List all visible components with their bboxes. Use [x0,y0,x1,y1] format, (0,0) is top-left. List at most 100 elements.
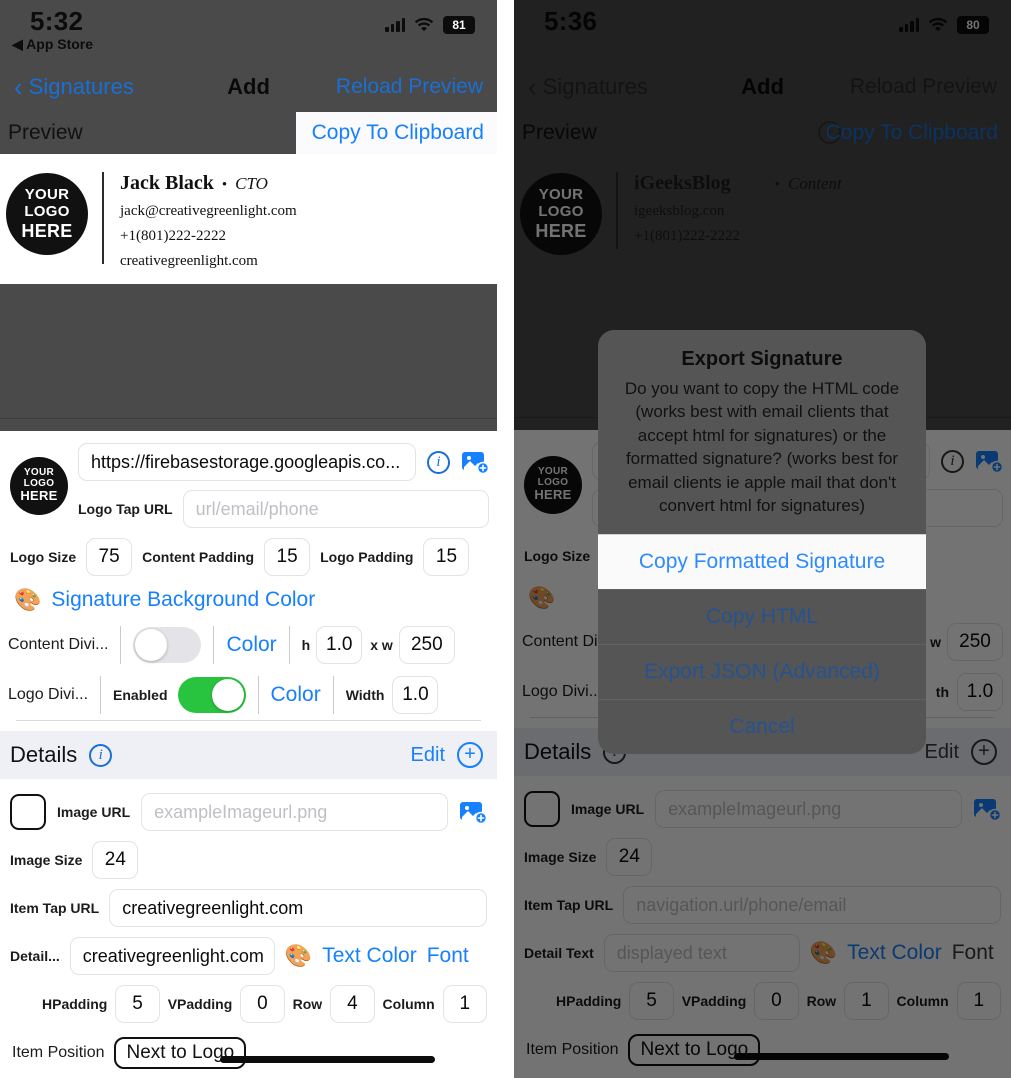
details-edit-button[interactable]: Edit [925,741,959,764]
content-divider-color-button[interactable]: Color [226,633,276,657]
section-divider [16,720,481,721]
status-time: 5:32 [30,6,84,36]
back-button[interactable]: ‹ Signatures [528,74,648,100]
hpadding-input[interactable]: 5 [115,985,160,1023]
logo-size-label: Logo Size [524,548,591,564]
right-phone-screen: 5:36 80 ‹ Signatures Add Reload Preview … [514,0,1011,1078]
plus-circle-icon[interactable]: + [457,742,483,768]
content-padding-label: Content Padding [142,549,255,565]
content-divider-toggle[interactable] [133,627,202,663]
plus-circle-icon[interactable]: + [971,739,997,765]
detail-image-url-input[interactable]: exampleImageurl.png [141,793,448,831]
logo-line-3: HERE [535,220,587,241]
signature-preview-card: YOUR LOGO HERE Jack Black • CTO jack@cre… [0,154,497,284]
reload-preview-button[interactable]: Reload Preview [336,75,483,99]
detail-text-input[interactable]: displayed text [603,934,800,972]
detail-image-size-input[interactable]: 24 [606,838,653,876]
copy-to-clipboard-button[interactable]: Copy To Clipboard [295,112,497,154]
logo-divider-width-input[interactable]: 1.0 [392,676,439,714]
detail-font-button[interactable]: Font [427,944,469,968]
logo-divider-width-input[interactable]: 1.0 [957,673,1003,711]
logo-padding-input[interactable]: 15 [423,538,470,576]
copy-formatted-signature-button[interactable]: Copy Formatted Signature [598,533,926,589]
signature-text-block: iGeeksBlog • Content igeeksblog.con +1(8… [634,170,842,245]
back-button[interactable]: ‹ Signatures [14,74,134,100]
logo-thumbnail[interactable]: YOUR LOGO HERE [524,455,582,514]
export-signature-dialog: Export Signature Do you want to copy the… [598,330,926,754]
back-to-app-store[interactable]: ◀ App Store [12,36,93,53]
dialog-title: Export Signature [681,348,843,370]
signature-text-block: Jack Black • CTO jack@creativegreenlight… [120,170,297,270]
logo-divider-label: Logo Divi.. [522,683,598,700]
detail-item-tap-url-row: Item Tap URL creativegreenlight.com [8,879,489,927]
dialog-header: Export Signature Do you want to copy the… [598,330,926,534]
logo-divider-color-button[interactable]: Color [271,683,321,707]
vpadding-label: VPadding [167,996,233,1012]
content-divider-w-input[interactable]: 250 [947,623,1003,661]
details-title: Details [524,739,592,764]
detail-text-color-button[interactable]: Text Color [847,941,942,965]
column-input[interactable]: 1 [956,982,1002,1020]
logo-tap-url-input[interactable]: url/email/phone [182,490,489,528]
signature-preview-card: YOUR LOGO HERE iGeeksBlog • Content igee… [514,154,1011,269]
add-image-icon[interactable] [973,797,1002,822]
screenshot-canvas: 5:32 ◀ App Store 81 ‹ Signatures Add Rel… [0,0,1011,1078]
hpadding-label: HPadding [556,993,622,1009]
copy-to-clipboard-button[interactable]: Copy To Clipboard [810,112,1011,154]
content-padding-input[interactable]: 15 [264,538,311,576]
vpadding-input[interactable]: 0 [754,982,799,1020]
hpadding-input[interactable]: 5 [629,982,674,1020]
detail-item-tap-url-row: Item Tap URL navigation.url/phone/email [522,876,1003,924]
logo-tap-url-label: Logo Tap URL [78,501,173,517]
add-image-icon[interactable] [461,450,490,475]
content-divider-h-input[interactable]: 1.0 [316,626,363,664]
detail-image-url-input[interactable]: exampleImageurl.png [655,790,962,828]
logo-divider-width-label: th [935,684,949,700]
detail-image-size-input[interactable]: 24 [92,841,139,879]
add-image-icon[interactable] [459,800,488,825]
color-swatch[interactable] [524,791,560,827]
signature-website: creativegreenlight.com [120,253,258,269]
export-json-button[interactable]: Export JSON (Advanced) [598,643,926,699]
status-time: 5:36 [544,6,598,36]
color-swatch[interactable] [10,794,46,830]
logo-divider-toggle[interactable] [177,677,246,713]
row-label: Row [292,996,323,1012]
logo-image-url-input[interactable]: https://firebasestorage.googleapis.co... [78,443,416,481]
details-title: Details [10,742,78,767]
logo-line-1: YOUR [24,186,70,204]
detail-image-url-row: Image URL exampleImageurl.png [522,784,1003,834]
detail-text-color-button[interactable]: Text Color [322,944,417,968]
copy-html-button[interactable]: Copy HTML [598,588,926,644]
detail-font-button[interactable]: Font [952,941,994,965]
signature-name: Jack Black [120,172,214,194]
logo-size-input[interactable]: 75 [86,538,133,576]
left-phone-screen: 5:32 ◀ App Store 81 ‹ Signatures Add Rel… [0,0,497,1078]
detail-text-input[interactable]: creativegreenlight.com [69,937,275,975]
toggle-knob [211,679,244,711]
content-divider-w-input[interactable]: 250 [398,626,455,664]
item-position-label: Item Position [12,1044,105,1061]
preview-label: Preview [522,121,597,144]
cancel-button[interactable]: Cancel [598,698,926,754]
add-image-icon[interactable] [975,449,1004,474]
logo-thumbnail[interactable]: YOUR LOGO HERE [10,456,68,515]
detail-item-tap-url-input[interactable]: navigation.url/phone/email [623,886,1001,924]
vpadding-input[interactable]: 0 [240,985,285,1023]
info-circle-icon[interactable]: i [89,743,113,767]
info-circle-icon[interactable]: i [427,450,450,474]
detail-text-label: Detail Text [524,945,594,961]
logo-div-sep-2 [257,676,259,714]
details-edit-button[interactable]: Edit [411,744,445,767]
item-position-value[interactable]: Next to Logo [628,1034,761,1066]
signature-background-color-row[interactable]: 🎨 Signature Background Color [8,576,489,620]
signature-background-color-label[interactable]: Signature Background Color [51,588,315,612]
logo-thumb-line-3: HERE [534,487,572,503]
detail-item-tap-url-input[interactable]: creativegreenlight.com [109,889,487,927]
row-input[interactable]: 1 [844,982,889,1020]
info-circle-icon[interactable]: i [941,449,964,473]
column-input[interactable]: 1 [442,985,488,1023]
item-position-value[interactable]: Next to Logo [114,1037,247,1069]
row-input[interactable]: 4 [330,985,375,1023]
reload-preview-button[interactable]: Reload Preview [850,75,997,99]
